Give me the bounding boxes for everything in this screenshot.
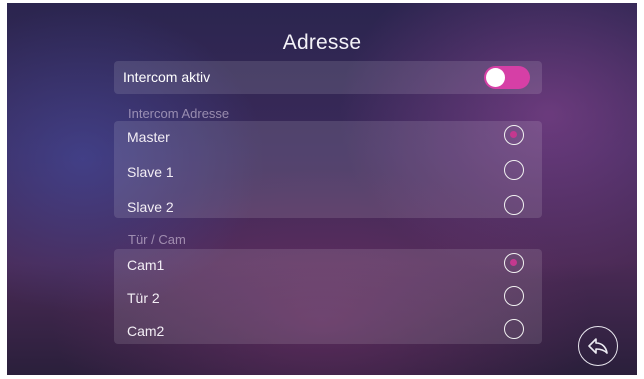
radio-slave-1[interactable] bbox=[504, 160, 524, 180]
toggle-knob bbox=[486, 68, 505, 87]
option-label: Master bbox=[127, 129, 170, 145]
option-tuer-2[interactable]: Tür 2 bbox=[114, 282, 542, 314]
door-cam-group: Cam1 Tür 2 Cam2 bbox=[114, 249, 542, 344]
option-label: Tür 2 bbox=[127, 290, 160, 306]
option-cam1[interactable]: Cam1 bbox=[114, 249, 542, 281]
option-slave-2[interactable]: Slave 2 bbox=[114, 191, 542, 223]
radio-master[interactable] bbox=[504, 125, 524, 145]
intercom-toggle-row: Intercom aktiv bbox=[114, 61, 542, 94]
option-cam2[interactable]: Cam2 bbox=[114, 315, 542, 347]
intercom-address-group: Master Slave 1 Slave 2 bbox=[114, 121, 542, 218]
page-title: Adresse bbox=[282, 31, 362, 54]
option-master[interactable]: Master bbox=[114, 121, 542, 153]
option-label: Cam1 bbox=[127, 257, 165, 273]
option-slave-1[interactable]: Slave 1 bbox=[114, 156, 542, 188]
option-label: Slave 2 bbox=[127, 199, 174, 215]
screen: Adresse Intercom aktiv Intercom Adresse … bbox=[7, 3, 637, 375]
back-button[interactable] bbox=[578, 326, 618, 366]
radio-slave-2[interactable] bbox=[504, 195, 524, 215]
option-label: Slave 1 bbox=[127, 164, 174, 180]
door-cam-section-label: Tür / Cam bbox=[128, 232, 186, 247]
intercom-label: Intercom aktiv bbox=[123, 69, 211, 85]
option-label: Cam2 bbox=[127, 323, 165, 339]
intercom-toggle[interactable] bbox=[484, 66, 530, 89]
radio-cam1[interactable] bbox=[504, 253, 524, 273]
radio-cam2[interactable] bbox=[504, 319, 524, 339]
radio-tuer-2[interactable] bbox=[504, 286, 524, 306]
back-arrow-icon bbox=[588, 338, 608, 354]
intercom-address-section-label: Intercom Adresse bbox=[128, 106, 230, 121]
